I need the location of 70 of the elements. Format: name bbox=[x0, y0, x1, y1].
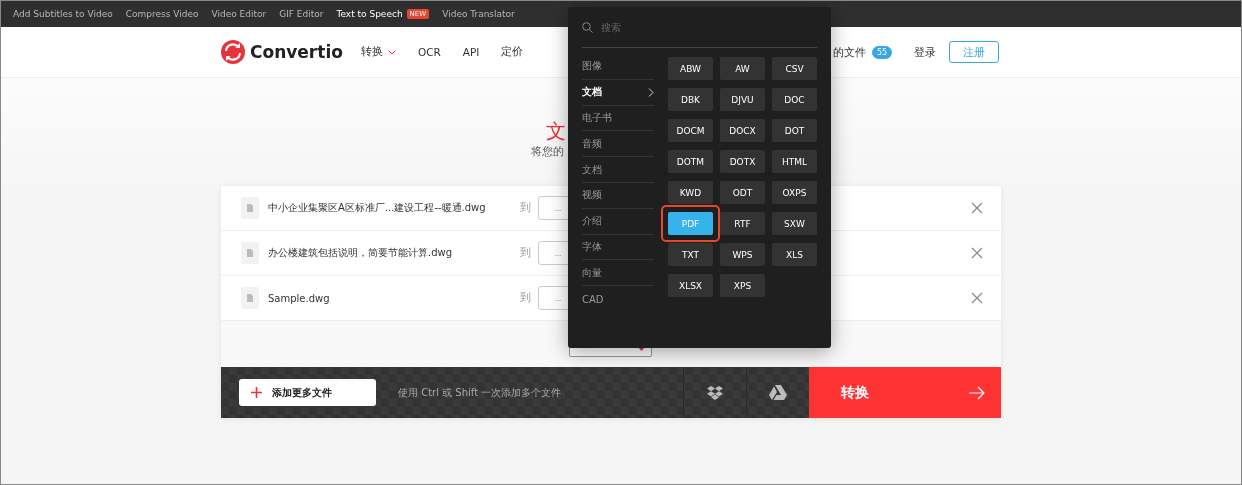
format-option[interactable]: DOCX bbox=[720, 119, 765, 142]
chevron-icon bbox=[648, 87, 654, 97]
convert-button[interactable]: 转换 bbox=[809, 367, 1001, 418]
logo-icon bbox=[221, 40, 245, 64]
to-label: 到 bbox=[520, 201, 531, 215]
nav-link[interactable]: 定价 bbox=[501, 45, 524, 59]
format-option[interactable]: DJVU bbox=[720, 88, 765, 111]
format-option[interactable]: DOTM bbox=[668, 150, 713, 173]
category-item[interactable]: 电子书 bbox=[582, 105, 654, 132]
format-option[interactable]: DOTX bbox=[720, 150, 765, 173]
format-option[interactable]: XLS bbox=[772, 243, 817, 266]
format-option[interactable]: TXT bbox=[668, 243, 713, 266]
nav-link[interactable]: OCR bbox=[417, 46, 441, 58]
file-name: 办公楼建筑包括说明，简要节能计算.dwg bbox=[268, 246, 454, 260]
add-files-button[interactable]: 添加更多文件 bbox=[239, 379, 376, 406]
file-name: Sample.dwg bbox=[268, 292, 331, 304]
format-option[interactable]: AW bbox=[720, 57, 765, 80]
nav-link[interactable]: API bbox=[462, 46, 480, 58]
format-option[interactable]: DBK bbox=[668, 88, 713, 111]
count-badge: 55 bbox=[872, 45, 893, 59]
top-link[interactable]: GIF Editor bbox=[279, 9, 324, 19]
search-field[interactable]: 搜索 bbox=[599, 20, 799, 34]
login-link[interactable]: 登录 bbox=[914, 44, 937, 60]
category-item[interactable]: 文档 bbox=[582, 157, 654, 183]
page-title: 文 bbox=[546, 118, 566, 144]
category-item[interactable]: 向量 bbox=[582, 260, 654, 287]
top-link[interactable]: Add Subtitles to Video bbox=[13, 9, 113, 19]
format-option[interactable]: HTML bbox=[772, 150, 817, 173]
format-option[interactable]: XLSX bbox=[668, 274, 713, 297]
search-icon bbox=[582, 21, 593, 33]
top-link[interactable]: Compress Video bbox=[125, 9, 199, 19]
format-option[interactable]: OXPS bbox=[772, 181, 817, 204]
format-option[interactable]: KWD bbox=[668, 181, 713, 204]
nav-link[interactable]: 转换 bbox=[360, 45, 396, 59]
logo-text: Convertio bbox=[250, 42, 343, 62]
format-option[interactable]: RTF bbox=[720, 212, 765, 235]
category-item[interactable]: 字体 bbox=[582, 234, 654, 261]
category-item[interactable]: 介绍 bbox=[582, 208, 654, 235]
file-icon bbox=[241, 242, 259, 264]
category-item[interactable]: CAD bbox=[582, 286, 654, 312]
format-option[interactable]: DOT bbox=[772, 119, 817, 142]
triangle-icon bbox=[769, 385, 787, 400]
dropbox-icon bbox=[707, 385, 723, 400]
category-item[interactable]: 文档 bbox=[582, 79, 654, 106]
category-item[interactable]: 图像 bbox=[582, 54, 654, 80]
plus-icon bbox=[251, 387, 262, 398]
format-option[interactable]: DOCM bbox=[668, 119, 713, 142]
format-option[interactable]: WPS bbox=[720, 243, 765, 266]
close-icon[interactable] bbox=[971, 292, 983, 304]
file-name: 中小企业集聚区A区标准厂...建设工程--暖通.dwg bbox=[268, 201, 487, 215]
file-icon bbox=[241, 197, 259, 219]
page-subtitle: 将您的 bbox=[531, 144, 564, 159]
to-label: 到 bbox=[520, 246, 531, 260]
nav-link[interactable]: 的文件 bbox=[833, 44, 866, 60]
hint-text: 使用 Ctrl 或 Shift 一次添加多个文件 bbox=[398, 385, 563, 400]
format-option[interactable]: DOC bbox=[772, 88, 817, 111]
top-link[interactable]: Video Translator bbox=[442, 9, 515, 19]
close-icon[interactable] bbox=[971, 202, 983, 214]
close-icon[interactable] bbox=[971, 247, 983, 259]
format-option[interactable]: CSV bbox=[772, 57, 817, 80]
arrow-icon bbox=[969, 385, 985, 400]
top-link[interactable]: Video Editor bbox=[211, 9, 267, 19]
format-option[interactable]: ODT bbox=[720, 181, 765, 204]
category-item[interactable]: 音频 bbox=[582, 131, 654, 158]
format-option[interactable]: ABW bbox=[668, 57, 713, 80]
file-icon bbox=[241, 287, 259, 309]
format-option[interactable]: XPS bbox=[720, 274, 765, 297]
category-item[interactable]: 视频 bbox=[582, 183, 654, 209]
format-option[interactable]: SXW bbox=[772, 212, 817, 235]
to-label: 到 bbox=[520, 291, 531, 305]
